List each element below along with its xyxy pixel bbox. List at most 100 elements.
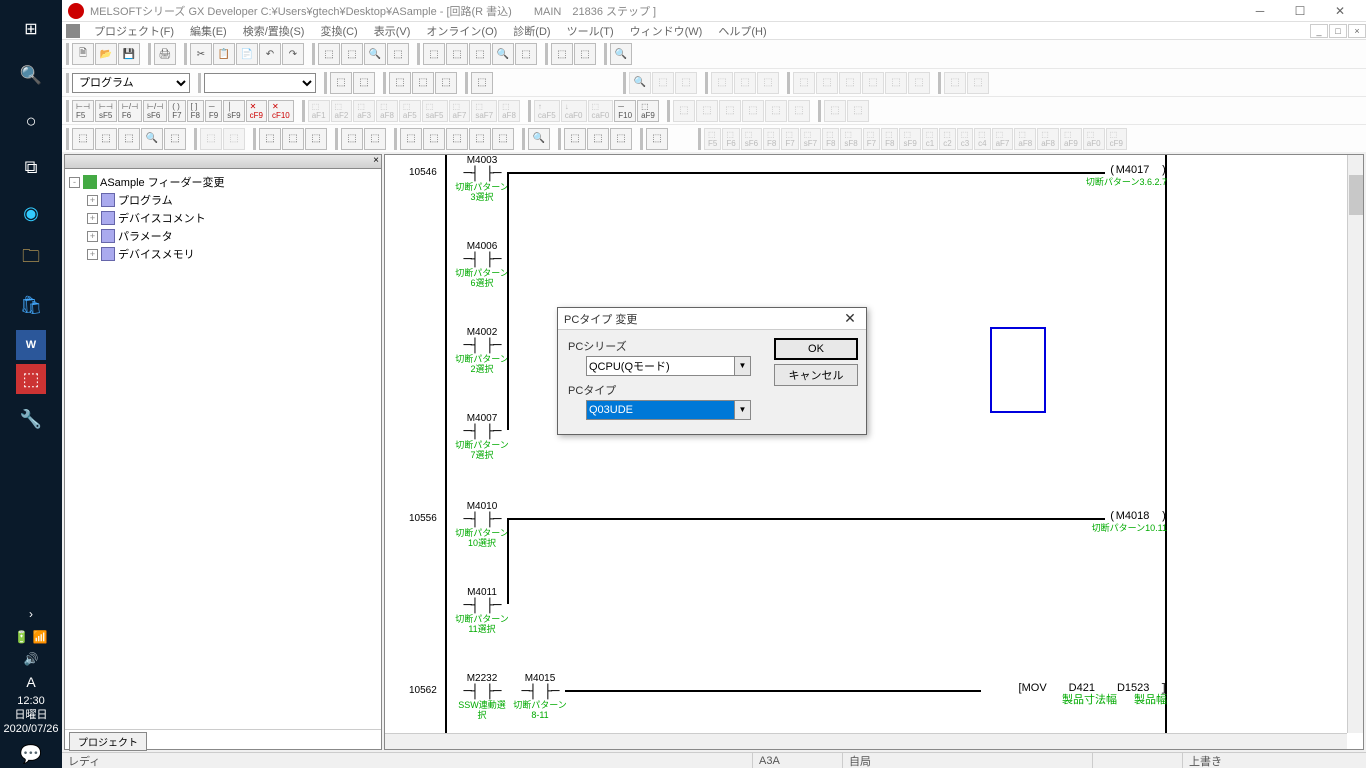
expand-icon[interactable]: - — [69, 177, 80, 188]
f7-coil[interactable]: ( )F7 — [168, 100, 185, 122]
select-pctype[interactable]: Q03UDE▼ — [586, 400, 751, 420]
taskbar-clock[interactable]: 12:30 日曜日 2020/07/26 — [3, 694, 58, 736]
vscrollbar[interactable] — [1347, 155, 1363, 733]
t3c[interactable]: ⬚ — [719, 100, 741, 122]
ladder-editor[interactable]: 10546 M4003─┤ ├─切断パターン3選択 (M4017 ) 切断パター… — [384, 154, 1364, 750]
menu-view[interactable]: 表示(V) — [374, 23, 411, 39]
coil-m4017[interactable]: (M4017 ) 切断パターン3.6.2.7 — [987, 161, 1167, 187]
expand-icon[interactable]: + — [87, 213, 98, 224]
t4l[interactable]: ⬚ — [364, 128, 386, 150]
menu-online[interactable]: オンライン(O) — [426, 23, 497, 39]
contact-m4003[interactable]: M4003─┤ ├─切断パターン3選択 — [455, 155, 509, 202]
t4g[interactable]: ⬚ — [223, 128, 245, 150]
tb2-b[interactable]: ⬚ — [353, 72, 375, 94]
af9[interactable]: ⬚aF9 — [637, 100, 659, 122]
mdi-close[interactable]: × — [1348, 24, 1366, 38]
r4af8b[interactable]: ⬚aF8 — [1037, 128, 1059, 150]
tb2-h[interactable]: ⬚ — [652, 72, 674, 94]
copy-icon[interactable]: 📋 — [213, 43, 235, 65]
mdi-max[interactable]: □ — [1329, 24, 1347, 38]
caf0[interactable]: ↓caF0 — [561, 100, 587, 122]
tb2-n[interactable]: ⬚ — [816, 72, 838, 94]
tb2-a[interactable]: ⬚ — [330, 72, 352, 94]
tb2-e[interactable]: ⬚ — [435, 72, 457, 94]
menu-project[interactable]: プロジェクト(F) — [94, 23, 174, 39]
t4c[interactable]: ⬚ — [118, 128, 140, 150]
tree-root[interactable]: -ASample フィーダー変更 — [69, 173, 377, 191]
saf5[interactable]: ⬚saF5 — [422, 100, 448, 122]
r4cf2[interactable]: ⬚c2 — [939, 128, 955, 150]
close-button[interactable]: ✕ — [1320, 1, 1360, 21]
cut-icon[interactable]: ✂ — [190, 43, 212, 65]
sf6[interactable]: ⊢/⊣sF6 — [143, 100, 167, 122]
contact-m4007[interactable]: M4007─┤ ├─切断パターン7選択 — [455, 413, 509, 460]
r4cf9[interactable]: ⬚cF9 — [1106, 128, 1127, 150]
r4f8[interactable]: ⬚F8 — [763, 128, 780, 150]
tb-d[interactable]: ⬚ — [423, 43, 445, 65]
t4u[interactable]: ⬚ — [610, 128, 632, 150]
new-icon[interactable]: 🗎 — [72, 43, 94, 65]
t3e[interactable]: ⬚ — [765, 100, 787, 122]
tb2-s[interactable]: ⬚ — [944, 72, 966, 94]
menu-search[interactable]: 検索/置換(S) — [243, 23, 305, 39]
menu-edit[interactable]: 編集(E) — [190, 23, 227, 39]
expand-icon[interactable]: + — [87, 195, 98, 206]
t4t[interactable]: ⬚ — [587, 128, 609, 150]
r4cf3[interactable]: ⬚c3 — [957, 128, 973, 150]
r4af8[interactable]: ⬚aF8 — [1014, 128, 1036, 150]
f10[interactable]: ─F10 — [614, 100, 636, 122]
paste-icon[interactable]: 📄 — [236, 43, 258, 65]
hscrollbar[interactable] — [385, 733, 1347, 749]
menu-help[interactable]: ヘルプ(H) — [718, 23, 766, 39]
caef0[interactable]: ⬚caF0 — [588, 100, 614, 122]
tb2-j[interactable]: ⬚ — [711, 72, 733, 94]
t4e[interactable]: ⬚ — [164, 128, 186, 150]
r4f8b[interactable]: ⬚F8 — [822, 128, 839, 150]
tb-e[interactable]: ⬚ — [446, 43, 468, 65]
tb2-f[interactable]: ⬚ — [471, 72, 493, 94]
gxdev-icon[interactable]: 🔧 — [10, 398, 52, 440]
r4af0[interactable]: ⬚aF0 — [1083, 128, 1105, 150]
r4f6[interactable]: ⬚F6 — [722, 128, 739, 150]
r4cf1[interactable]: ⬚c1 — [922, 128, 938, 150]
maximize-button[interactable]: ☐ — [1280, 1, 1320, 21]
t4q[interactable]: ⬚ — [492, 128, 514, 150]
device-select[interactable] — [204, 73, 316, 93]
tb2-i[interactable]: ⬚ — [675, 72, 697, 94]
saf7[interactable]: ⬚saF7 — [471, 100, 497, 122]
volume-icon[interactable]: 🔊 — [24, 652, 39, 666]
tray-icons[interactable]: 🔋 📶 — [14, 630, 47, 644]
r4sf9[interactable]: ⬚sF9 — [899, 128, 920, 150]
menu-diag[interactable]: 診断(D) — [513, 23, 550, 39]
af4[interactable]: ⬚aF8 — [376, 100, 398, 122]
tb2-c[interactable]: ⬚ — [389, 72, 411, 94]
notifications-icon[interactable]: 💬 — [10, 742, 52, 766]
t4a[interactable]: ⬚ — [72, 128, 94, 150]
tree-tab-project[interactable]: プロジェクト — [69, 732, 147, 751]
zoom-icon[interactable]: 🔍 — [492, 43, 514, 65]
print-icon[interactable]: 🖨 — [154, 43, 176, 65]
r4f5[interactable]: ⬚F5 — [704, 128, 721, 150]
r4sf8[interactable]: ⬚sF8 — [840, 128, 861, 150]
ime-icon[interactable]: A — [26, 674, 35, 690]
tb2-r[interactable]: ⬚ — [908, 72, 930, 94]
t3g[interactable]: ⬚ — [824, 100, 846, 122]
t4o[interactable]: ⬚ — [446, 128, 468, 150]
t4v[interactable]: ⬚ — [646, 128, 668, 150]
redo-icon[interactable]: ↷ — [282, 43, 304, 65]
tb-j[interactable]: 🔍 — [610, 43, 632, 65]
tb2-t[interactable]: ⬚ — [967, 72, 989, 94]
contact-m4010[interactable]: M4010─┤ ├─切断パターン10選択 — [455, 501, 509, 548]
save-icon[interactable]: 💾 — [118, 43, 140, 65]
mode-select[interactable]: プログラム — [72, 73, 190, 93]
t4d[interactable]: 🔍 — [141, 128, 163, 150]
mdi-min[interactable]: _ — [1310, 24, 1328, 38]
r4cf4[interactable]: ⬚c4 — [974, 128, 990, 150]
expand-icon[interactable]: › — [10, 604, 52, 624]
dialog-title-bar[interactable]: PCタイプ 変更 ✕ — [558, 308, 866, 330]
cf9[interactable]: ✕cF9 — [246, 100, 267, 122]
contact-m4002[interactable]: M4002─┤ ├─切断パターン2選択 — [455, 327, 509, 374]
r4f7b[interactable]: ⬚F7 — [863, 128, 880, 150]
t3h[interactable]: ⬚ — [847, 100, 869, 122]
caf5[interactable]: ↑caF5 — [534, 100, 560, 122]
